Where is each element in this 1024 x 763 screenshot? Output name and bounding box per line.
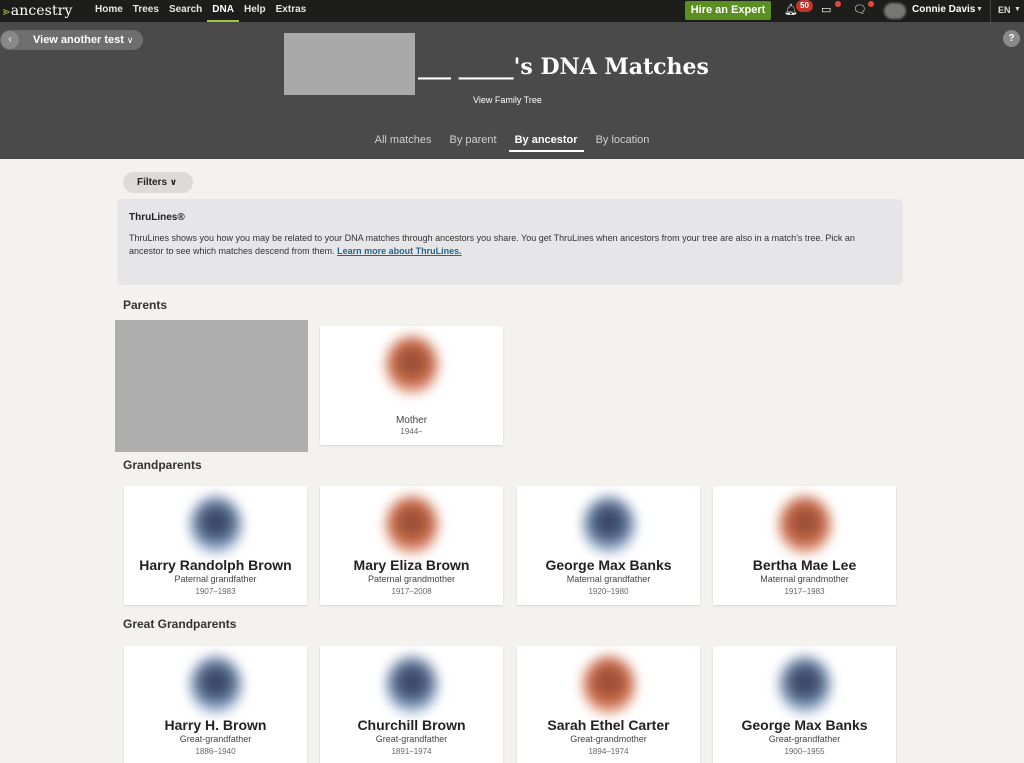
father-card-redacted [115, 320, 308, 452]
card-relation: Great-grandfather [179, 734, 252, 744]
nav-help[interactable]: Help [239, 0, 271, 22]
nav-extras[interactable]: Extras [271, 0, 312, 22]
card-years: 1944– [400, 427, 423, 436]
tab-by-ancestor[interactable]: By ancestor [508, 134, 584, 152]
ancestry-logo[interactable]: ⪢ ancestry [0, 3, 90, 19]
card-years: 1886–1940 [195, 747, 236, 756]
card-relation: Great-grandfather [375, 734, 448, 744]
portrait-image [778, 656, 831, 714]
card-name: George Max Banks [545, 557, 672, 573]
chevron-down-icon: ∨ [126, 34, 134, 45]
card-relation: Maternal grandfather [566, 574, 651, 584]
portrait-image [582, 496, 635, 554]
card-years: 1894–1974 [588, 747, 629, 756]
portrait-image [189, 656, 242, 714]
ancestor-card[interactable]: George Max Banks Great-grandfather 1900–… [713, 646, 896, 763]
nav-trees[interactable]: Trees [128, 0, 164, 22]
ancestor-card[interactable]: Bertha Mae Lee Maternal grandmother 1917… [713, 486, 896, 605]
chevron-left-icon: ‹ [1, 31, 19, 49]
page-header: ‹ View another test ∨ ? ___ _____'s DNA … [0, 22, 1024, 159]
section-title-grandparents: Grandparents [123, 458, 202, 472]
card-name: Sarah Ethel Carter [547, 717, 670, 733]
portrait-image [582, 656, 635, 714]
card-name: Harry Randolph Brown [139, 557, 292, 573]
card-name: Harry H. Brown [164, 717, 267, 733]
card-relation: Paternal grandmother [367, 574, 456, 584]
portrait-image [385, 336, 438, 394]
hint-dot [835, 1, 841, 7]
message-icon[interactable]: 🗨︎ [853, 3, 867, 16]
nav-home[interactable]: Home [90, 0, 128, 22]
avatar[interactable] [884, 3, 906, 19]
user-name[interactable]: Connie Davis [912, 4, 975, 15]
ancestor-card[interactable]: Mary Eliza Brown Paternal grandmother 19… [320, 486, 503, 605]
ancestor-card-mother[interactable]: Mother 1944– [320, 326, 503, 445]
portrait-image [778, 496, 831, 554]
ancestor-card[interactable]: George Max Banks Maternal grandfather 19… [517, 486, 700, 605]
view-another-test-button[interactable]: ‹ View another test ∨ [0, 30, 143, 50]
view-family-tree-link[interactable]: View Family Tree [473, 95, 542, 105]
top-nav: ⪢ ancestry Home Trees Search DNA Help Ex… [0, 0, 1024, 22]
card-relation: Great-grandmother [570, 734, 647, 744]
profile-photo-redacted [284, 33, 415, 95]
tab-by-parent[interactable]: By parent [443, 134, 502, 152]
ancestor-card[interactable]: Sarah Ethel Carter Great-grandmother 189… [517, 646, 700, 763]
thrulines-info-box: ThruLines® ThruLines shows you how you m… [117, 199, 903, 285]
card-name: George Max Banks [741, 717, 868, 733]
nav-links: Home Trees Search DNA Help Extras [90, 0, 311, 22]
nav-search[interactable]: Search [164, 0, 207, 22]
ancestor-card[interactable]: Harry Randolph Brown Paternal grandfathe… [124, 486, 307, 605]
card-relation: Maternal grandmother [760, 574, 849, 584]
portrait-image [385, 496, 438, 554]
card-years: 1920–1980 [588, 587, 629, 596]
portrait-image [385, 656, 438, 714]
tab-by-location[interactable]: By location [590, 134, 656, 152]
chevron-down-icon: ∨ [169, 177, 178, 187]
ancestor-card[interactable]: Harry H. Brown Great-grandfather 1886–19… [124, 646, 307, 763]
logo-text: ancestry [10, 3, 73, 19]
card-years: 1891–1974 [391, 747, 432, 756]
nav-dna[interactable]: DNA [207, 0, 239, 22]
thrulines-body: ThruLines shows you how you may be relat… [129, 233, 855, 256]
notification-badge: 50 [796, 0, 813, 12]
card-relation: Great-grandfather [768, 734, 841, 744]
nav-divider [990, 0, 991, 22]
ancestor-card[interactable]: Churchill Brown Great-grandfather 1891–1… [320, 646, 503, 763]
learn-more-link[interactable]: Learn more about ThruLines. [337, 246, 462, 256]
card-years: 1900–1955 [784, 747, 825, 756]
card-name: Mary Eliza Brown [353, 557, 470, 573]
page-title: ___ _____'s DNA Matches [418, 54, 709, 80]
hire-expert-button[interactable]: Hire an Expert [685, 1, 771, 20]
section-title-great-grandparents: Great Grandparents [123, 617, 237, 631]
hint-leaf-icon[interactable]: ▭ [821, 3, 831, 16]
match-tabs: All matches By parent By ancestor By loc… [0, 134, 1024, 152]
message-dot [868, 1, 874, 7]
leaf-icon: ⪢ [3, 3, 10, 18]
card-years: 1917–2008 [391, 587, 432, 596]
tab-all-matches[interactable]: All matches [369, 134, 438, 152]
language-chevron-down-icon[interactable]: ▼ [1014, 6, 1021, 13]
filters-label: Filters [137, 177, 168, 188]
filters-button[interactable]: Filters ∨ [123, 172, 193, 193]
thrulines-description: ThruLines shows you how you may be relat… [129, 232, 891, 258]
card-relation: Paternal grandfather [174, 574, 257, 584]
card-years: 1907–1983 [195, 587, 236, 596]
help-icon[interactable]: ? [1003, 30, 1020, 47]
card-years: 1917–1983 [784, 587, 825, 596]
view-another-test-label: View another test [33, 34, 124, 46]
language-selector[interactable]: EN [998, 5, 1011, 15]
thrulines-title: ThruLines® [129, 212, 185, 223]
user-chevron-down-icon[interactable]: ▼ [976, 6, 983, 13]
section-title-parents: Parents [123, 298, 168, 312]
card-name: Bertha Mae Lee [752, 557, 857, 573]
card-name: Churchill Brown [357, 717, 466, 733]
card-relation: Mother [395, 415, 428, 426]
portrait-image [189, 496, 242, 554]
